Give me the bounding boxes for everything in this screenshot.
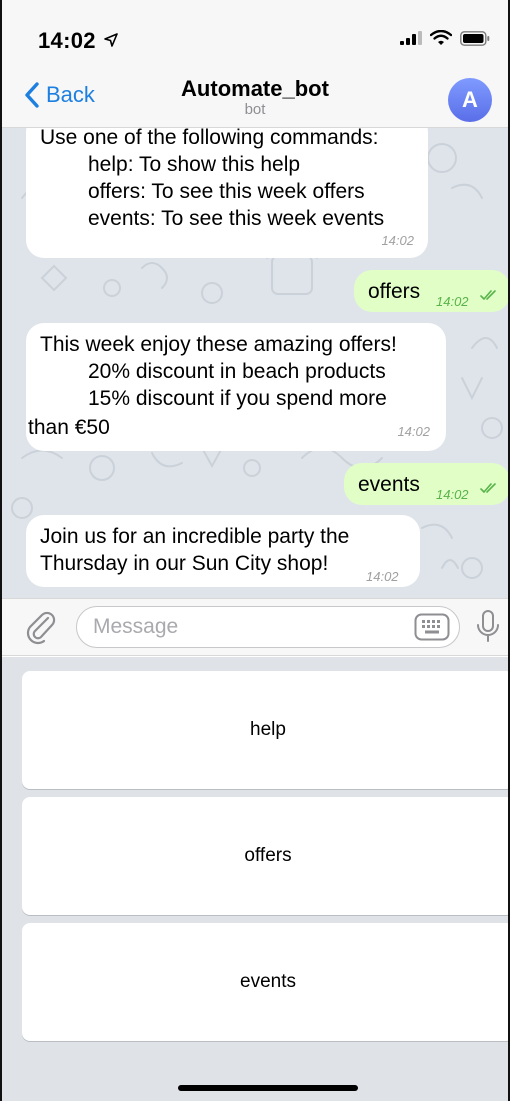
status-indicators xyxy=(400,30,490,46)
message-time: 14:02 xyxy=(381,233,414,248)
chat-area[interactable]: Use one of the following commands: help:… xyxy=(2,128,508,598)
message-bubble-incoming[interactable]: This week enjoy these amazing offers! 20… xyxy=(26,323,446,451)
message-text: 15% discount if you spend more xyxy=(88,387,387,410)
chat-header[interactable]: Automate_bot bot xyxy=(2,76,508,118)
keyboard-button-help[interactable]: help xyxy=(22,671,508,789)
keyboard-button-label: help xyxy=(250,719,286,740)
home-indicator[interactable] xyxy=(178,1085,358,1091)
location-arrow-icon xyxy=(104,33,119,47)
message-text: Use one of the following commands: xyxy=(40,128,379,149)
message-text: 20% discount in beach products xyxy=(88,360,386,383)
status-time-label: 14:02 xyxy=(38,28,96,53)
message-bubble-incoming[interactable]: Use one of the following commands: help:… xyxy=(26,128,428,258)
message-bubble-incoming[interactable]: Join us for an incredible party the Thur… xyxy=(26,515,420,587)
battery-icon xyxy=(460,30,490,46)
message-text: This week enjoy these amazing offers! xyxy=(40,333,397,356)
avatar[interactable]: A xyxy=(448,78,492,122)
keyboard-button-label: events xyxy=(240,971,296,992)
message-time: 14:02 xyxy=(397,424,430,439)
keyboard-button-offers[interactable]: offers xyxy=(22,797,508,915)
message-text: Join us for an incredible party the xyxy=(40,525,350,548)
double-check-icon xyxy=(480,483,496,493)
keyboard-icon[interactable] xyxy=(414,613,450,641)
keyboard-button-label: offers xyxy=(244,845,292,866)
chat-subtitle: bot xyxy=(244,101,266,118)
message-text: events xyxy=(358,473,420,496)
keyboard-button-events[interactable]: events xyxy=(22,923,508,1041)
message-bubble-outgoing[interactable]: events 14:02 xyxy=(344,463,508,505)
message-text: offers: To see this week offers xyxy=(88,180,365,203)
status-bar: 14:02 xyxy=(2,0,508,70)
double-check-icon xyxy=(480,290,496,300)
nav-bar: Back Automate_bot bot A xyxy=(2,70,508,128)
bot-keyboard: help offers events xyxy=(2,657,508,1101)
chat-title: Automate_bot xyxy=(181,76,329,101)
message-text: help: To show this help xyxy=(88,153,301,176)
message-input[interactable] xyxy=(76,606,460,648)
attach-icon[interactable] xyxy=(26,611,58,645)
message-text: Thursday in our Sun City shop! xyxy=(40,552,329,575)
mic-icon[interactable] xyxy=(476,609,500,645)
message-text: than €50 xyxy=(28,416,110,439)
message-bubble-outgoing[interactable]: offers 14:02 xyxy=(354,270,508,312)
signal-icon xyxy=(400,31,422,45)
message-input-bar xyxy=(2,598,508,656)
avatar-letter: A xyxy=(462,87,478,112)
message-text: events: To see this week events xyxy=(88,207,385,230)
message-text: offers xyxy=(368,280,421,303)
phone-screen: 14:02 Back Automate_bot bot A Use one of… xyxy=(0,0,510,1101)
message-time: 14:02 xyxy=(436,294,469,309)
message-time: 14:02 xyxy=(436,487,469,502)
wifi-icon xyxy=(430,30,452,45)
status-time: 14:02 xyxy=(38,28,119,54)
message-time: 14:02 xyxy=(366,569,399,584)
